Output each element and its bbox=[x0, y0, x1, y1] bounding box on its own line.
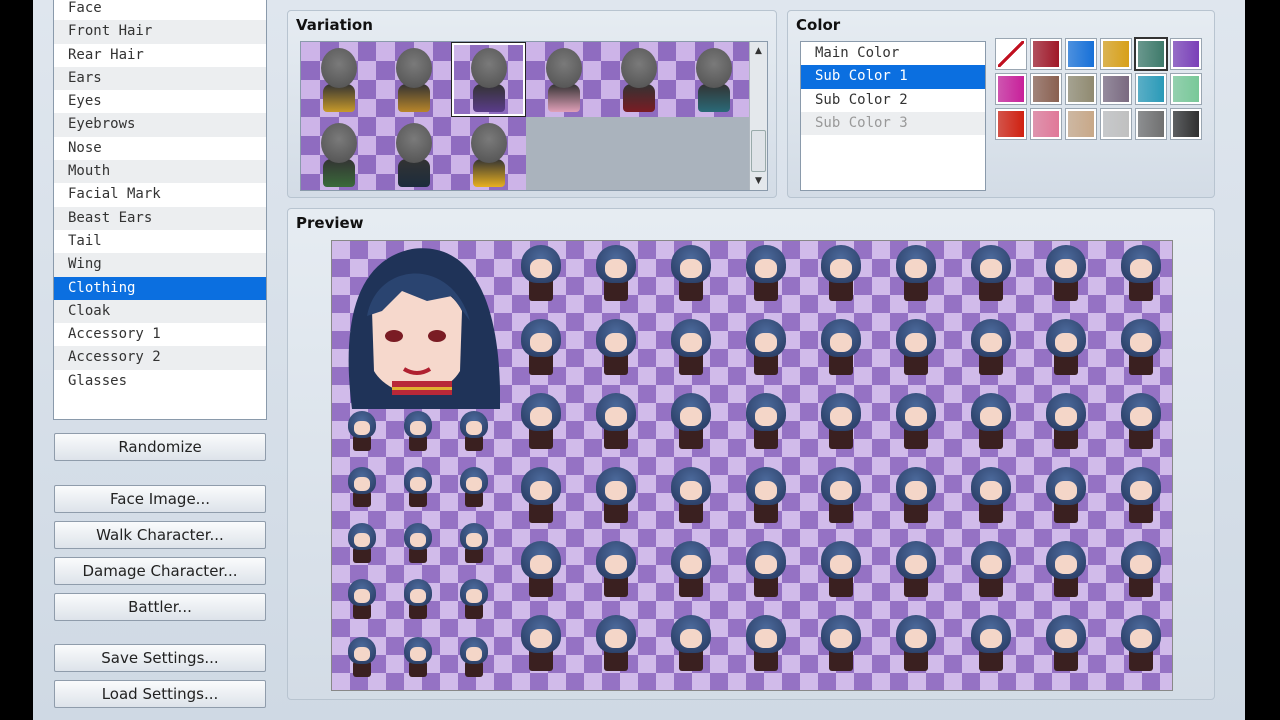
part-item-glasses[interactable]: Glasses bbox=[54, 370, 266, 393]
battler-button[interactable]: Battler... bbox=[54, 593, 266, 621]
randomize-button[interactable]: Randomize bbox=[54, 433, 266, 461]
color-swatch[interactable] bbox=[1170, 73, 1202, 105]
part-item-cloak[interactable]: Cloak bbox=[54, 299, 266, 324]
color-swatch[interactable] bbox=[1135, 73, 1167, 105]
damage-character-button[interactable]: Damage Character... bbox=[54, 557, 266, 585]
color-slot-sub-color-2[interactable]: Sub Color 2 bbox=[801, 89, 985, 112]
variation-item[interactable] bbox=[451, 42, 526, 117]
color-slot-sub-color-3[interactable]: Sub Color 3 bbox=[801, 111, 985, 136]
variation-head bbox=[396, 123, 432, 163]
part-item-facial-mark[interactable]: Facial Mark bbox=[54, 183, 266, 206]
color-swatch[interactable] bbox=[1030, 38, 1062, 70]
variation-body bbox=[473, 159, 505, 187]
variation-head bbox=[696, 48, 732, 88]
preview-panel: Preview bbox=[287, 208, 1215, 700]
scroll-down-icon[interactable]: ▼ bbox=[751, 173, 766, 189]
preview-image bbox=[331, 240, 1173, 691]
variation-body bbox=[323, 159, 355, 187]
part-item-nose[interactable]: Nose bbox=[54, 137, 266, 160]
variation-item[interactable] bbox=[376, 117, 451, 190]
variation-body bbox=[548, 84, 580, 112]
variation-item[interactable] bbox=[676, 42, 751, 117]
variation-body bbox=[698, 84, 730, 112]
part-item-face[interactable]: Face bbox=[54, 0, 266, 20]
color-swatch[interactable] bbox=[1170, 108, 1202, 140]
variation-title: Variation bbox=[296, 16, 373, 34]
variation-body bbox=[323, 84, 355, 112]
walk-character-button[interactable]: Walk Character... bbox=[54, 521, 266, 549]
variation-body bbox=[623, 84, 655, 112]
color-swatch[interactable] bbox=[1100, 38, 1132, 70]
part-item-accessory-2[interactable]: Accessory 2 bbox=[54, 346, 266, 370]
load-settings-button[interactable]: Load Settings... bbox=[54, 680, 266, 708]
variation-head bbox=[321, 123, 357, 163]
color-swatch[interactable] bbox=[995, 73, 1027, 105]
part-item-accessory-1[interactable]: Accessory 1 bbox=[54, 323, 266, 346]
color-slot-list[interactable]: Main Color Sub Color 1 Sub Color 2 Sub Colo… bbox=[800, 41, 986, 191]
variation-head bbox=[546, 48, 582, 88]
parts-list[interactable]: Face Front Hair Rear Hair Ears Eyes Eyebrows N… bbox=[53, 0, 267, 420]
part-item-ears[interactable]: Ears bbox=[54, 66, 266, 91]
part-item-beast-ears[interactable]: Beast Ears bbox=[54, 206, 266, 230]
color-swatch[interactable] bbox=[1030, 73, 1062, 105]
variation-head bbox=[396, 48, 432, 88]
part-item-front-hair[interactable]: Front Hair bbox=[54, 20, 266, 44]
color-swatch[interactable] bbox=[1065, 108, 1097, 140]
variation-grid: ▲ ▼ bbox=[300, 41, 768, 191]
part-item-rear-hair[interactable]: Rear Hair bbox=[54, 44, 266, 67]
color-swatch[interactable] bbox=[1065, 38, 1097, 70]
color-swatch[interactable] bbox=[1135, 108, 1167, 140]
variation-scrollbar[interactable]: ▲ ▼ bbox=[749, 42, 767, 190]
variation-body bbox=[398, 159, 430, 187]
variation-item[interactable] bbox=[376, 42, 451, 117]
color-slot-main-color[interactable]: Main Color bbox=[801, 42, 985, 65]
scroll-up-icon[interactable]: ▲ bbox=[751, 43, 766, 59]
color-swatch[interactable] bbox=[1170, 38, 1202, 70]
part-item-tail[interactable]: Tail bbox=[54, 230, 266, 253]
color-swatch[interactable] bbox=[1100, 108, 1132, 140]
part-item-eyes[interactable]: Eyes bbox=[54, 90, 266, 113]
part-item-eyebrows[interactable]: Eyebrows bbox=[54, 113, 266, 137]
variation-item[interactable] bbox=[301, 117, 376, 190]
variation-head bbox=[321, 48, 357, 88]
character-generator-window: Face Front Hair Rear Hair Ears Eyes Eyebrows N… bbox=[33, 0, 1245, 720]
variation-head bbox=[471, 48, 507, 88]
color-swatch[interactable] bbox=[1065, 73, 1097, 105]
color-swatch[interactable] bbox=[1100, 73, 1132, 105]
color-panel: Color Main Color Sub Color 1 Sub Color 2 Su… bbox=[787, 10, 1215, 198]
variation-item[interactable] bbox=[601, 42, 676, 117]
color-swatch[interactable] bbox=[995, 38, 1027, 70]
variation-head bbox=[471, 123, 507, 163]
color-swatch[interactable] bbox=[1030, 108, 1062, 140]
face-portrait bbox=[348, 248, 500, 409]
part-item-clothing[interactable]: Clothing bbox=[54, 276, 266, 300]
save-settings-button[interactable]: Save Settings... bbox=[54, 644, 266, 672]
variation-panel: Variation ▲ ▼ bbox=[287, 10, 777, 198]
variation-head bbox=[621, 48, 657, 88]
scroll-thumb[interactable] bbox=[751, 130, 766, 172]
color-slot-sub-color-1[interactable]: Sub Color 1 bbox=[801, 65, 985, 89]
preview-title: Preview bbox=[296, 214, 364, 232]
part-item-mouth[interactable]: Mouth bbox=[54, 160, 266, 184]
variation-body bbox=[473, 84, 505, 112]
color-title: Color bbox=[796, 16, 841, 34]
variation-body bbox=[398, 84, 430, 112]
variation-item[interactable] bbox=[526, 42, 601, 117]
part-item-wing[interactable]: Wing bbox=[54, 253, 266, 277]
variation-item[interactable] bbox=[451, 117, 526, 190]
color-swatch[interactable] bbox=[995, 108, 1027, 140]
face-image-button[interactable]: Face Image... bbox=[54, 485, 266, 513]
color-swatch[interactable] bbox=[1134, 37, 1168, 71]
variation-item[interactable] bbox=[301, 42, 376, 117]
